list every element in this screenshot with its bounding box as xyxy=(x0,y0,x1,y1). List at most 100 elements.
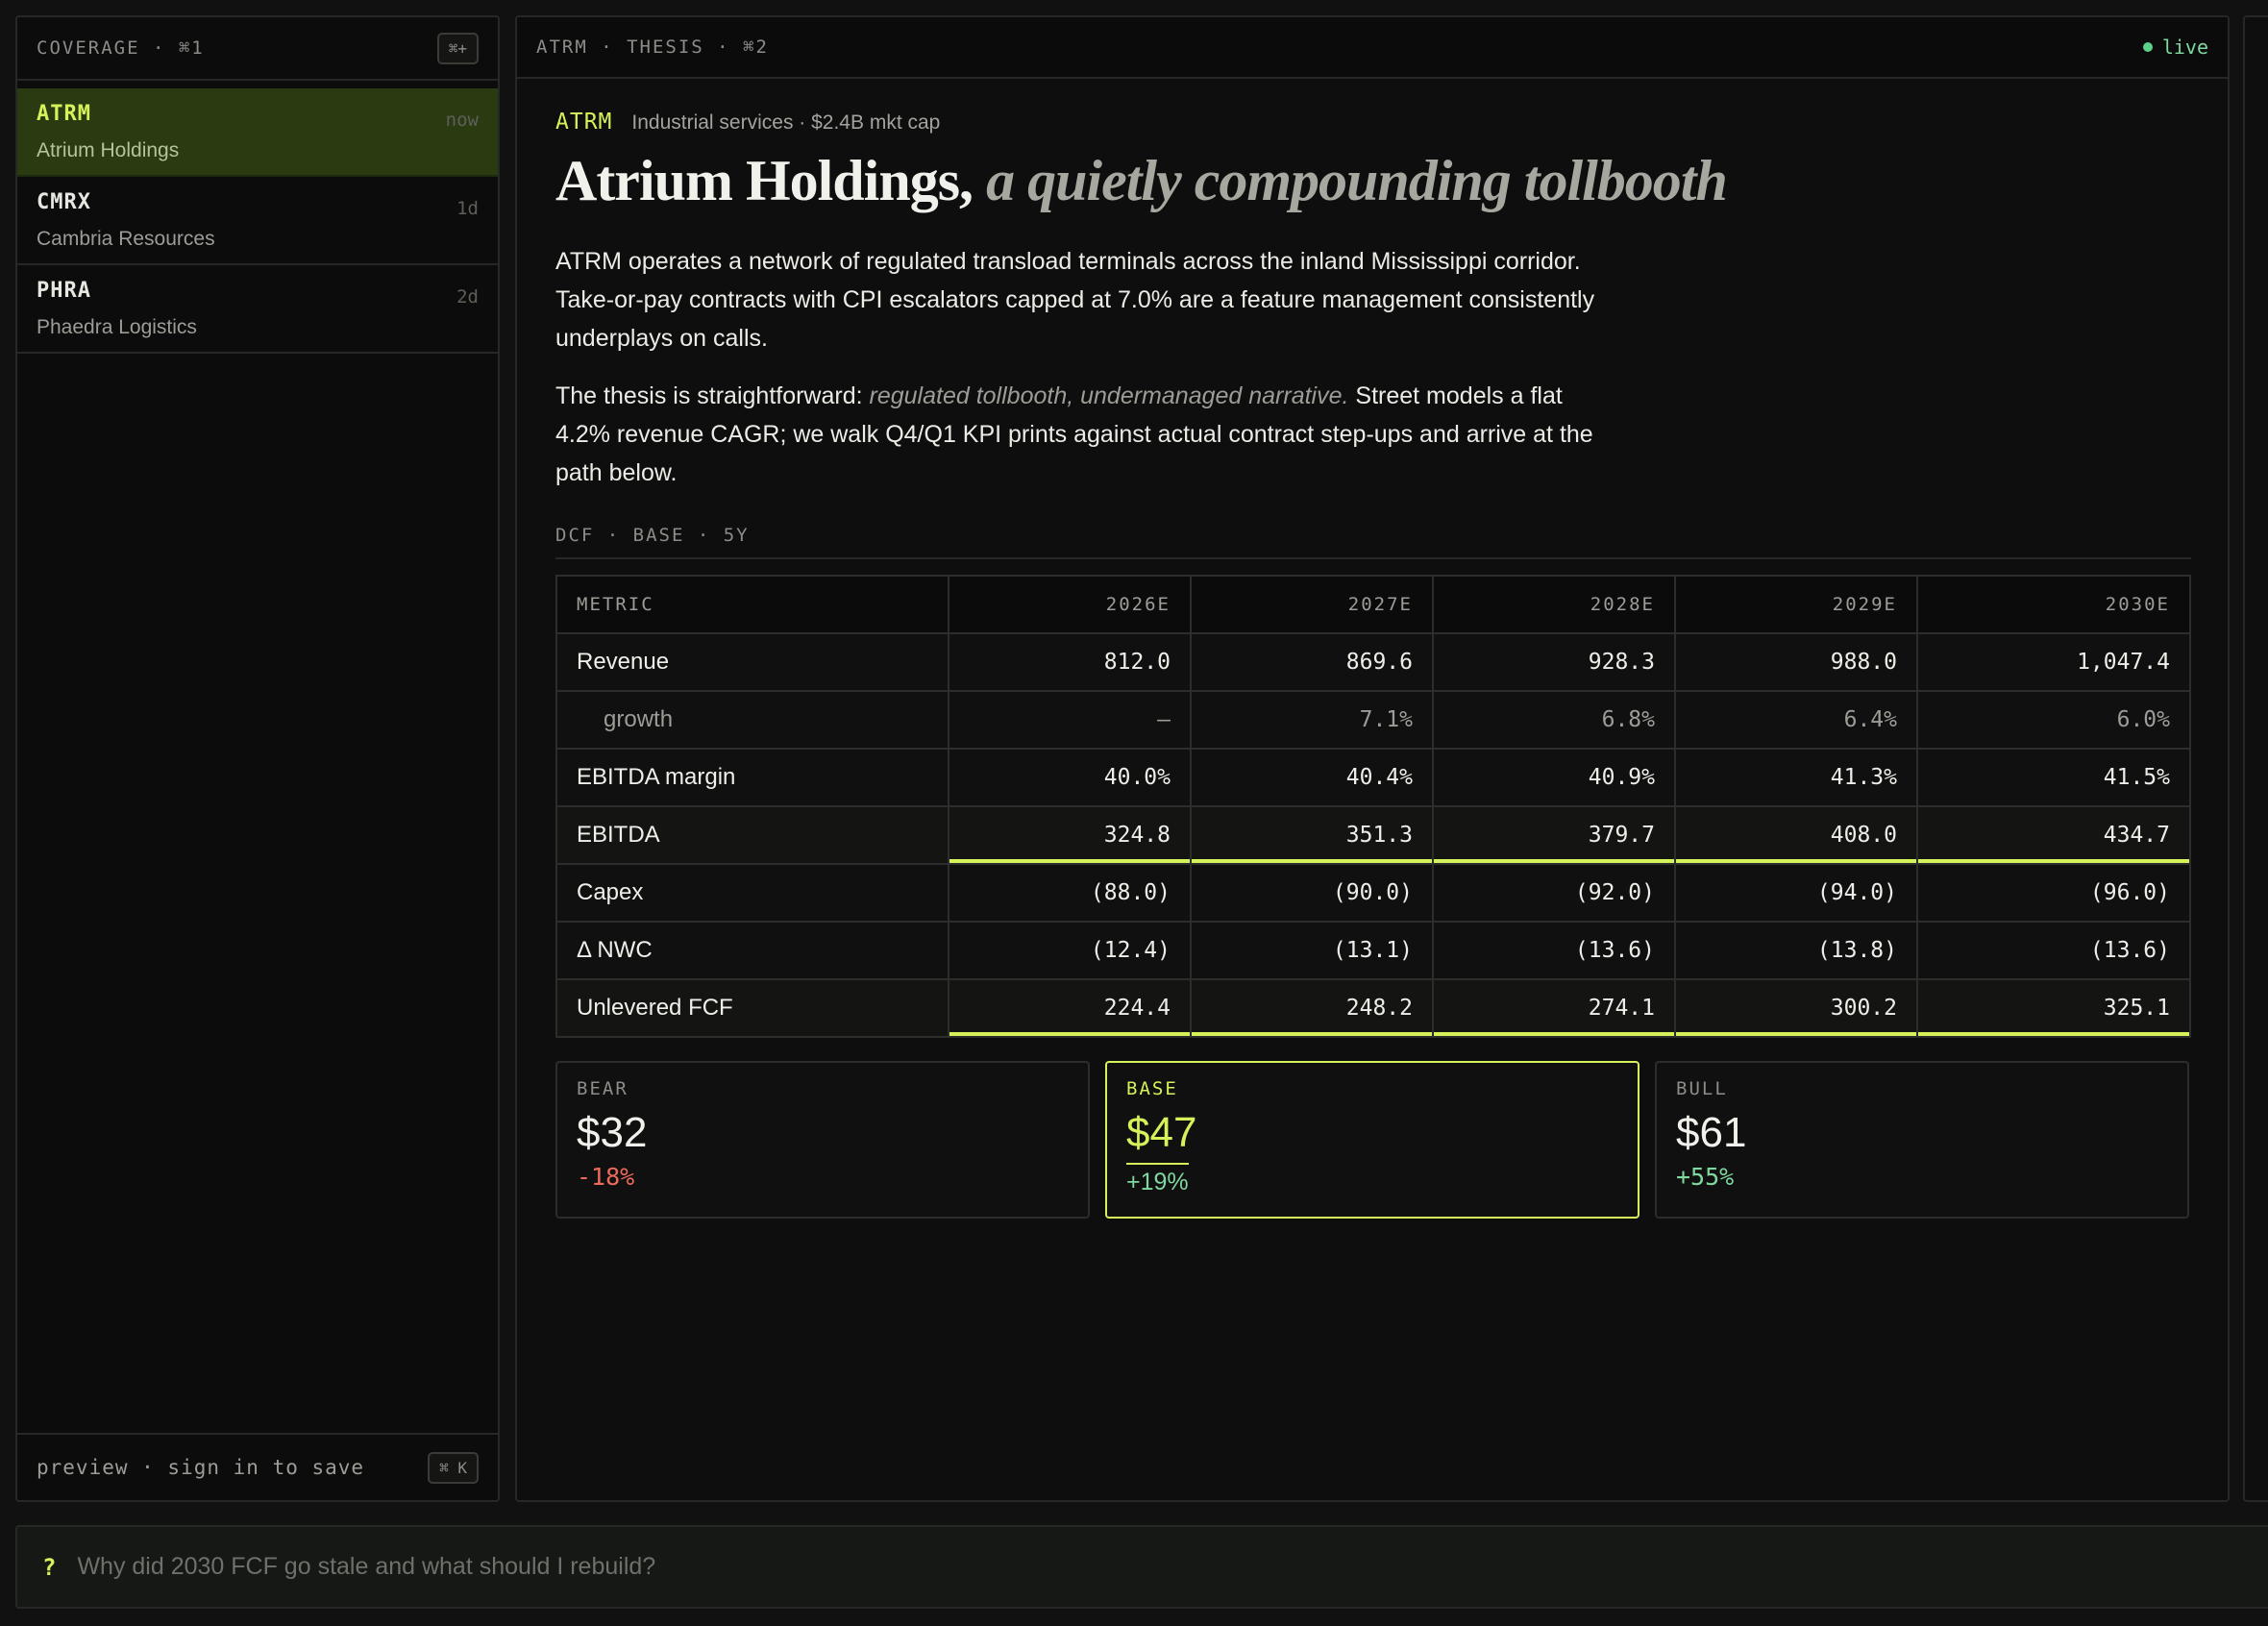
thesis-paragraph-2: The thesis is straightforward: regulated… xyxy=(555,377,1622,492)
question-mark-icon: ? xyxy=(42,1553,57,1581)
dcf-col-header: 2028E xyxy=(1432,575,1676,634)
dcf-row-label: Capex xyxy=(555,863,949,923)
dcf-col-header: 2026E xyxy=(948,575,1192,634)
coverage-age: 1d xyxy=(456,198,479,219)
dcf-cell: (94.0) xyxy=(1674,863,1918,923)
scenario-cards: BEAR $32 -18% BASE $47 +19% BULL $61 +55… xyxy=(555,1061,2191,1219)
coverage-footer: preview · sign in to save ⌘ K xyxy=(17,1433,498,1500)
dcf-row: Revenue 812.0 869.6 928.3 988.0 1,047.4 xyxy=(555,632,2191,692)
dcf-row-label: EBITDA margin xyxy=(555,748,949,807)
thesis-header: ATRM · THESIS · ⌘2 live xyxy=(517,17,2228,79)
coverage-company-name: Atrium Holdings xyxy=(37,139,180,161)
dcf-cell: 6.4% xyxy=(1674,690,1918,750)
coverage-item-phra[interactable]: PHRA Phaedra Logistics 2d xyxy=(17,265,498,354)
dcf-cell: 41.5% xyxy=(1916,748,2191,807)
live-status: live xyxy=(2142,36,2208,59)
live-status-label: live xyxy=(2161,36,2208,59)
ask-prompt-bar: ? xyxy=(15,1525,2268,1609)
dcf-row: EBITDA 324.8 351.3 379.7 408.0 434.7 xyxy=(555,805,2191,865)
scenario-card-bull[interactable]: BULL $61 +55% xyxy=(1655,1061,2189,1219)
scenario-card-bear[interactable]: BEAR $32 -18% xyxy=(555,1061,1090,1219)
scenario-price: $61 xyxy=(1676,1109,1747,1156)
dcf-cell: 988.0 xyxy=(1674,632,1918,692)
thesis-sector: Industrial services · $2.4B mkt cap xyxy=(631,111,941,134)
scenario-change: +55% xyxy=(1676,1163,1735,1191)
dcf-row: EBITDA margin 40.0% 40.4% 40.9% 41.3% 41.5% xyxy=(555,748,2191,807)
coverage-item-atrm[interactable]: ATRM Atrium Holdings now xyxy=(17,88,498,177)
dcf-cell: 351.3 xyxy=(1190,805,1434,865)
para2-emphasis: regulated tollbooth, undermanaged narrat… xyxy=(869,382,1349,409)
dcf-cell: — xyxy=(948,690,1192,750)
add-coverage-button[interactable]: ⌘+ xyxy=(436,32,479,64)
dcf-cell: 434.7 xyxy=(1916,805,2191,865)
coverage-ticker: CMRX xyxy=(37,190,91,214)
scenario-price: $32 xyxy=(577,1109,648,1156)
thesis-paragraph-1: ATRM operates a network of regulated tra… xyxy=(555,248,1595,352)
coverage-item-cmrx[interactable]: CMRX Cambria Resources 1d xyxy=(17,177,498,265)
sign-in-to-save-link[interactable]: preview · sign in to save xyxy=(37,1456,364,1479)
thesis-title-main: Atrium Holdings, xyxy=(555,149,974,212)
dcf-cell: (13.1) xyxy=(1190,921,1434,980)
dcf-cell: (92.0) xyxy=(1432,863,1676,923)
dcf-row: growth —7.1% 6.8% 6.4% 6.0% xyxy=(555,690,2191,750)
coverage-header: COVERAGE · ⌘1 ⌘+ xyxy=(17,17,498,81)
dcf-col-header: METRIC xyxy=(555,575,949,634)
dcf-cell: 379.7 xyxy=(1432,805,1676,865)
scenario-tag: BEAR xyxy=(577,1078,629,1099)
scenario-tag: BASE xyxy=(1126,1078,1178,1099)
scenario-change: +19% xyxy=(1126,1163,1189,1196)
dcf-cell: (12.4) xyxy=(948,921,1192,980)
scenario-tag: BULL xyxy=(1676,1078,1728,1099)
dcf-row-label: EBITDA xyxy=(555,805,949,865)
dcf-cell: 7.1% xyxy=(1190,690,1434,750)
coverage-title: COVERAGE · ⌘1 xyxy=(37,37,205,59)
dcf-row-label: Δ NWC xyxy=(555,921,949,980)
thesis-title-italic: a quietly compounding tollbooth xyxy=(986,149,1728,212)
scenario-card-base[interactable]: BASE $47 +19% xyxy=(1105,1061,1639,1219)
thesis-title: Atrium Holdings, a quietly compounding t… xyxy=(555,152,2191,209)
thesis-breadcrumb: ATRM · THESIS · ⌘2 xyxy=(536,37,769,58)
para2-lead: The thesis is straightforward: xyxy=(555,382,870,409)
live-dot-icon xyxy=(2142,42,2153,52)
coverage-list: ATRM Atrium Holdings now CMRX Cambria Re… xyxy=(17,81,498,354)
dcf-cell: 41.3% xyxy=(1674,748,1918,807)
dcf-cell: 248.2 xyxy=(1190,978,1434,1038)
ask-input[interactable] xyxy=(77,1553,1904,1581)
dcf-cell: 6.0% xyxy=(1916,690,2191,750)
coverage-ticker: ATRM xyxy=(37,102,91,126)
dcf-header-row: METRIC 2026E 2027E 2028E 2029E 2030E xyxy=(555,575,2191,634)
dcf-row-label: growth xyxy=(555,690,949,750)
dcf-cell: 40.0% xyxy=(948,748,1192,807)
thesis-body: ATRM Industrial services · $2.4B mkt cap… xyxy=(517,110,2228,1219)
dcf-cell: (90.0) xyxy=(1190,863,1434,923)
adjacent-panel-edge xyxy=(2243,15,2268,1502)
dcf-cell: (13.6) xyxy=(1916,921,2191,980)
dcf-cell: 869.6 xyxy=(1190,632,1434,692)
dcf-row-label: Revenue xyxy=(555,632,949,692)
dcf-cell: 6.8% xyxy=(1432,690,1676,750)
dcf-cell: 40.9% xyxy=(1432,748,1676,807)
coverage-company-name: Phaedra Logistics xyxy=(37,316,197,338)
dcf-row: Unlevered FCF 224.4 248.2 274.1 300.2 325.1 xyxy=(555,978,2191,1038)
dcf-cell: 812.0 xyxy=(948,632,1192,692)
dcf-col-header: 2030E xyxy=(1916,575,2191,634)
dcf-row: Capex (88.0) (90.0) (92.0) (94.0) (96.0) xyxy=(555,863,2191,923)
dcf-cell: (13.8) xyxy=(1674,921,1918,980)
dcf-table: METRIC 2026E 2027E 2028E 2029E 2030E Rev… xyxy=(555,575,2191,1038)
dcf-row: Δ NWC (12.4) (13.1) (13.6) (13.8) (13.6) xyxy=(555,921,2191,980)
scenario-price: $47 xyxy=(1126,1109,1197,1156)
dcf-cell: 300.2 xyxy=(1674,978,1918,1038)
dcf-cell: 408.0 xyxy=(1674,805,1918,865)
thesis-ticker: ATRM xyxy=(555,110,613,135)
dcf-cell: 224.4 xyxy=(948,978,1192,1038)
command-palette-button[interactable]: ⌘ K xyxy=(428,1451,479,1484)
coverage-panel: COVERAGE · ⌘1 ⌘+ ATRM Atrium Holdings no… xyxy=(15,15,500,1502)
dcf-cell: 40.4% xyxy=(1190,748,1434,807)
dcf-section-label: DCF · BASE · 5Y xyxy=(555,525,2191,559)
thesis-panel: ATRM · THESIS · ⌘2 live ATRM Industrial … xyxy=(515,15,2230,1502)
coverage-company-name: Cambria Resources xyxy=(37,228,215,250)
dcf-cell: 1,047.4 xyxy=(1916,632,2191,692)
dcf-col-header: 2029E xyxy=(1674,575,1918,634)
coverage-age: 2d xyxy=(456,286,479,308)
dcf-cell: 274.1 xyxy=(1432,978,1676,1038)
